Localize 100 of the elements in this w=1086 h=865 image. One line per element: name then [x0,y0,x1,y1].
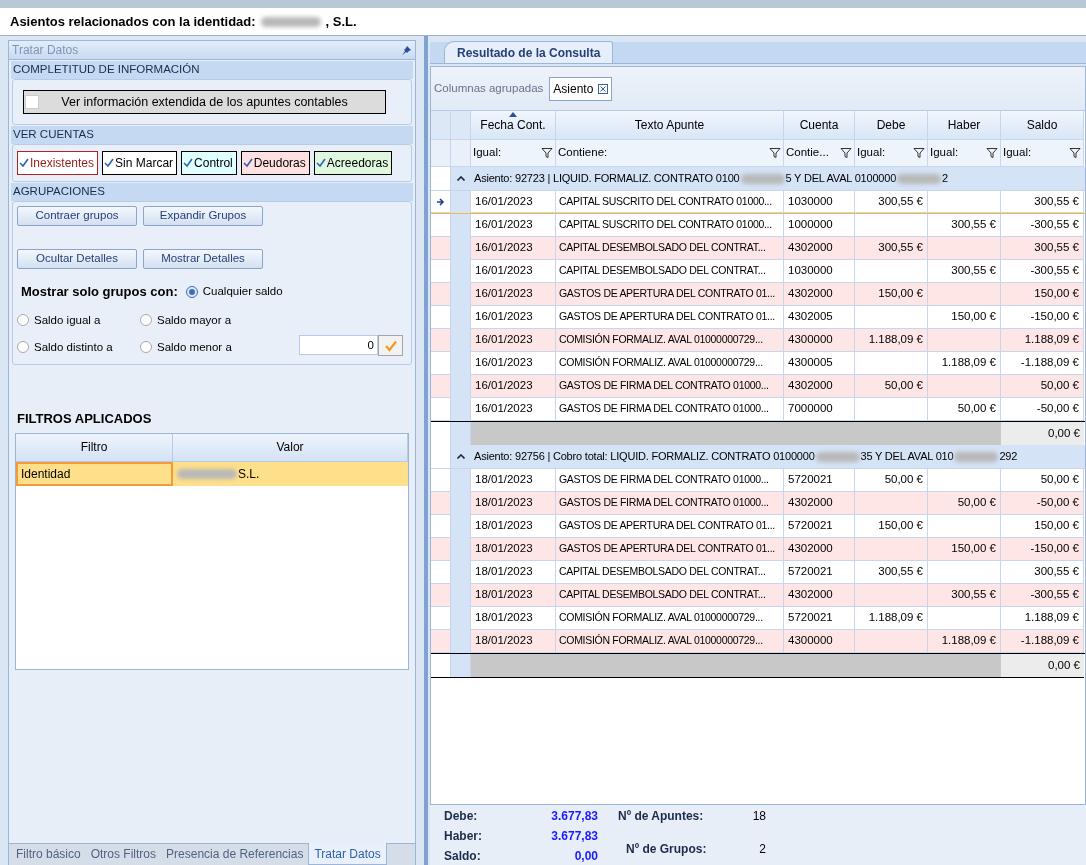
table-cell: GASTOS DE FIRMA DEL CONTRATO 01000... [556,469,784,492]
table-cell: 150,00 € [855,283,928,306]
filter-icon [913,147,925,159]
section-header: COMPLETITUD DE INFORMACIÓN [11,61,413,79]
table-row[interactable]: 18/01/2023 CAPITAL DESEMBOLSADO DEL CONTRAT... 4302000 300,55 € -300,55 € [431,584,1085,607]
table-cell: COMISIÓN FORMALIZ. AVAL 01000000729... [556,630,784,653]
action-button[interactable]: Ocultar Detalles [17,249,137,269]
table-row[interactable]: 16/01/2023 GASTOS DE APERTURA DEL CONTRATO 01... 4302000 150,00 € 150,00 € [431,283,1085,306]
column-header[interactable]: Debe [855,111,928,140]
table-cell: -150,00 € [1001,538,1084,561]
table-row[interactable]: 16/01/2023 CAPITAL DESEMBOLSADO DEL CONTRAT... 4302000 300,55 € 300,55 € [431,237,1085,260]
table-row[interactable]: 18/01/2023 GASTOS DE FIRMA DEL CONTRATO 01000... 5720021 50,00 € 50,00 € [431,469,1085,492]
action-button[interactable]: Contraer grupos [17,206,137,226]
column-header[interactable]: Texto Apunte [556,111,784,140]
group-chip[interactable]: Asiento [549,76,613,101]
account-checkbox[interactable]: Inexistentes [17,151,99,175]
redacted-blur [260,16,321,27]
table-cell: 1.188,09 € [855,329,928,352]
table-cell: GASTOS DE APERTURA DEL CONTRATO 01... [556,306,784,329]
check-icon [383,339,398,352]
table-cell: 16/01/2023 [471,306,556,329]
column-header[interactable]: Fecha Cont. [471,111,556,140]
table-row[interactable]: 16/01/2023 COMISIÓN FORMALIZ. AVAL 01000000729... 4300005 1.188,09 € -1.188,09 € [431,352,1085,375]
table-cell: COMISIÓN FORMALIZ. AVAL 01000000729... [556,352,784,375]
radio-button[interactable] [17,341,29,354]
radio-button[interactable] [140,341,152,354]
table-cell: 4300000 [784,329,855,352]
radio-label[interactable]: Saldo distinto a [34,338,113,356]
table-row[interactable]: 18/01/2023 COMISIÓN FORMALIZ. AVAL 01000000729... 5720021 1.188,09 € 1.188,09 € [431,607,1085,630]
toggle-button[interactable]: Ver información extendida de los apuntes contables [23,90,386,114]
table-cell: 16/01/2023 [471,283,556,306]
table-cell: 16/01/2023 [471,398,556,421]
table-row[interactable]: 16/01/2023 GASTOS DE FIRMA DEL CONTRATO 01000... 4302000 50,00 € 50,00 € [431,375,1085,398]
action-button[interactable]: Expandir Grupos [143,206,263,226]
summary-value: 3.677,83 [550,808,598,825]
column-header[interactable]: Saldo [1001,111,1084,140]
filter-cell[interactable]: Igual: [855,140,928,167]
table-row[interactable]: Identidad S.L. [16,461,408,486]
group-indent-cell [451,630,471,653]
radio-label[interactable]: Saldo igual a [34,311,101,329]
group-total: 0,00 € [1048,425,1080,441]
filter-cell[interactable]: Igual: [471,140,556,167]
table-row[interactable]: 16/01/2023 CAPITAL SUSCRITO DEL CONTRATO 01000... 1000000 300,55 € -300,55 € [431,214,1085,237]
action-button[interactable]: Mostrar Detalles [143,249,263,269]
filter-icon [986,147,998,159]
bottom-tab[interactable]: Otros Filtros [85,843,162,865]
radio-button[interactable] [140,314,152,327]
bottom-tab[interactable]: Filtro básico [11,843,86,865]
summary-label: Haber: [444,828,483,845]
section-header: AGRUPACIONES [11,183,413,201]
row-indicator-cell [431,538,451,561]
bottom-tab[interactable]: Tratar Datos [308,843,387,865]
table-row[interactable]: 18/01/2023 GASTOS DE APERTURA DEL CONTRATO 01... 5720021 150,00 € 150,00 € [431,515,1085,538]
check-icon [242,158,253,168]
panel-title: Tratar Datos [12,42,79,59]
table-row[interactable]: 18/01/2023 CAPITAL DESEMBOLSADO DEL CONTRAT... 5720021 300,55 € 300,55 € [431,561,1085,584]
table-cell: 300,55 € [928,214,1001,237]
table-cell: GASTOS DE FIRMA DEL CONTRATO 01000... [556,398,784,421]
account-checkbox[interactable]: Sin Marcar [102,151,178,175]
table-cell: -1.188,09 € [1001,352,1084,375]
table-cell: 4302000 [784,237,855,260]
filter-cell[interactable]: Contiene: [556,140,784,167]
radio-button[interactable] [17,314,29,327]
radio-label[interactable]: Saldo mayor a [157,311,232,329]
table-cell: 5720021 [784,469,855,492]
table-cell: 4302000 [784,538,855,561]
filter-cell[interactable]: Igual: [928,140,1001,167]
table-cell: 300,55 € [855,237,928,260]
table-row[interactable]: 16/01/2023 COMISIÓN FORMALIZ. AVAL 01000000729... 4300000 1.188,09 € 1.188,09 € [431,329,1085,352]
table-row[interactable]: 16/01/2023 GASTOS DE FIRMA DEL CONTRATO 01000... 7000000 50,00 € -50,00 € [431,398,1085,421]
radio-label[interactable]: Saldo menor a [157,338,232,356]
filter-cell[interactable]: Igual: [1001,140,1084,167]
check-icon [315,158,326,168]
account-checkbox[interactable]: Acreedoras [313,151,393,175]
table-row[interactable]: 18/01/2023 GASTOS DE APERTURA DEL CONTRATO 01... 4302000 150,00 € -150,00 € [431,538,1085,561]
table-row[interactable]: 16/01/2023 GASTOS DE APERTURA DEL CONTRATO 01... 4302005 150,00 € -150,00 € [431,306,1085,329]
table-row[interactable]: 18/01/2023 COMISIÓN FORMALIZ. AVAL 01000000729... 4300000 1.188,09 € -1.188,09 € [431,630,1085,653]
table-row[interactable]: 16/01/2023 CAPITAL SUSCRITO DEL CONTRATO 01000... 1030000 300,55 € 300,55 € [431,191,1085,214]
table-cell: 18/01/2023 [471,469,556,492]
amount-field[interactable]: 0 [299,335,378,355]
table-cell: 1.188,09 € [928,352,1001,375]
account-checkbox[interactable]: Deudoras [240,151,310,175]
bottom-tab[interactable]: Presencia de Referencias [161,843,309,865]
column-header[interactable]: Haber [928,111,1001,140]
summary-value: 0,00 [573,848,598,865]
radio-label[interactable]: Cualquier saldo [202,283,283,301]
table-cell: 18/01/2023 [471,492,556,515]
account-checkbox[interactable]: Control [181,151,237,175]
filter-cell[interactable]: Contie... [784,140,855,167]
table-cell: 1.188,09 € [1001,329,1084,352]
result-tab[interactable]: Resultado de la Consulta [444,41,614,63]
apply-button[interactable] [378,335,403,356]
table-row[interactable]: 16/01/2023 CAPITAL DESEMBOLSADO DEL CONTRAT... 1030000 300,55 € -300,55 € [431,260,1085,283]
table-row[interactable]: 18/01/2023 GASTOS DE FIRMA DEL CONTRATO 01000... 4302000 50,00 € -50,00 € [431,492,1085,515]
table-cell: 300,55 € [855,191,928,213]
radio-button[interactable] [185,285,198,298]
group-filter-label: Mostrar solo grupos con: [21,283,178,301]
column-header[interactable]: Cuenta [784,111,855,140]
table-cell: 16/01/2023 [471,352,556,375]
group-label: 35 Y DEL AVAL 010 [860,449,954,465]
